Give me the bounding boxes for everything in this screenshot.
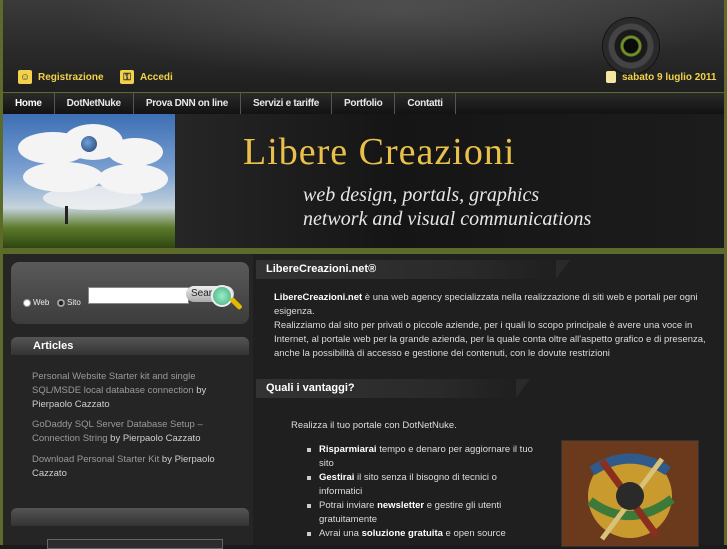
main-content: LibereCreazioni.net® LibereCreazioni.net… bbox=[253, 254, 724, 547]
banner-title: Libere Creazioni bbox=[243, 131, 516, 173]
date-label: sabato 9 luglio 2011 bbox=[622, 71, 717, 83]
intro-paragraph: LibereCreazioni.net è una web agency spe… bbox=[274, 291, 714, 361]
bottom-panel-heading bbox=[11, 508, 249, 526]
register-link[interactable]: ☺ Registrazione bbox=[18, 68, 104, 86]
article-item[interactable]: Personal Website Starter kit and single … bbox=[32, 370, 222, 412]
user-icon: ☺ bbox=[18, 70, 32, 84]
page: ☺ Registrazione ⚿ Accedi sabato 9 luglio… bbox=[0, 0, 727, 549]
nav-item-portfolio[interactable]: Portfolio bbox=[332, 93, 396, 115]
radio-web[interactable]: Web bbox=[23, 298, 49, 307]
intro-brand: LibereCreazioni.net bbox=[274, 292, 363, 303]
nav-item-prova-dnn[interactable]: Prova DNN on line bbox=[134, 93, 241, 115]
magnifier-icon[interactable] bbox=[211, 285, 233, 307]
radio-site-dot[interactable] bbox=[57, 298, 65, 307]
nav-item-contatti[interactable]: Contatti bbox=[395, 93, 456, 115]
article-item[interactable]: Download Personal Starter Kit by Pierpao… bbox=[32, 453, 222, 481]
article-title[interactable]: Download Personal Starter Kit bbox=[32, 454, 159, 465]
list-item: Gestirai il sito senza il bisogno di tec… bbox=[305, 471, 535, 499]
bottom-panel-box bbox=[47, 539, 223, 549]
radio-site[interactable]: Sito bbox=[57, 298, 81, 307]
radio-web-label: Web bbox=[33, 298, 50, 307]
list-item: Avrai una soluzione gratuita e open sour… bbox=[305, 527, 535, 541]
radio-web-dot[interactable] bbox=[23, 298, 31, 307]
key-icon: ⚿ bbox=[120, 70, 134, 84]
list-item: Risparmiarai tempo e denaro per aggiorna… bbox=[305, 443, 535, 471]
calendar-icon bbox=[606, 71, 616, 83]
register-label: Registrazione bbox=[38, 71, 104, 83]
date-display: sabato 9 luglio 2011 bbox=[606, 68, 716, 86]
nav-item-home[interactable]: Home bbox=[3, 93, 55, 115]
benefits-list: Risparmiarai tempo e denaro per aggiorna… bbox=[305, 443, 535, 541]
lead-text: Realizza il tuo portale con DotNetNuke. bbox=[291, 420, 457, 431]
article-author: by Pierpaolo Cazzato bbox=[110, 433, 201, 444]
intro-paragraph-2: Realizziamo dal sito per privati o picco… bbox=[274, 320, 706, 359]
articles-heading: Articles bbox=[11, 337, 249, 355]
banner-subtitle-2: network and visual communications bbox=[303, 208, 592, 230]
login-link[interactable]: ⚿ Accedi bbox=[120, 68, 173, 86]
login-label: Accedi bbox=[140, 71, 173, 83]
left-column: Web Sito Search Articles Personal Websit… bbox=[3, 254, 253, 549]
article-item[interactable]: GoDaddy SQL Server Database Setup – Conn… bbox=[32, 418, 222, 446]
section-heading-vantaggi: Quali i vantaggi? bbox=[256, 379, 530, 398]
banner-subtitle-1: web design, portals, graphics bbox=[303, 184, 540, 206]
list-item: Potrai inviare newsletter e gestire gli … bbox=[305, 499, 535, 527]
section-heading-liberecreazioni: LibereCreazioni.net® bbox=[256, 260, 570, 279]
banner: Libere Creazioni web design, portals, gr… bbox=[3, 114, 724, 248]
artwork-image bbox=[561, 440, 699, 547]
nav-item-servizi[interactable]: Servizi e tariffe bbox=[241, 93, 333, 115]
radio-site-label: Sito bbox=[67, 298, 81, 307]
main-nav: Home DotNetNuke Prova DNN on line Serviz… bbox=[3, 92, 724, 116]
article-title[interactable]: Personal Website Starter kit and single … bbox=[32, 371, 196, 396]
search-input[interactable] bbox=[88, 287, 189, 304]
banner-image bbox=[3, 114, 175, 248]
nav-item-dotnetnuke[interactable]: DotNetNuke bbox=[55, 93, 134, 115]
camera-lens-logo bbox=[603, 18, 659, 74]
